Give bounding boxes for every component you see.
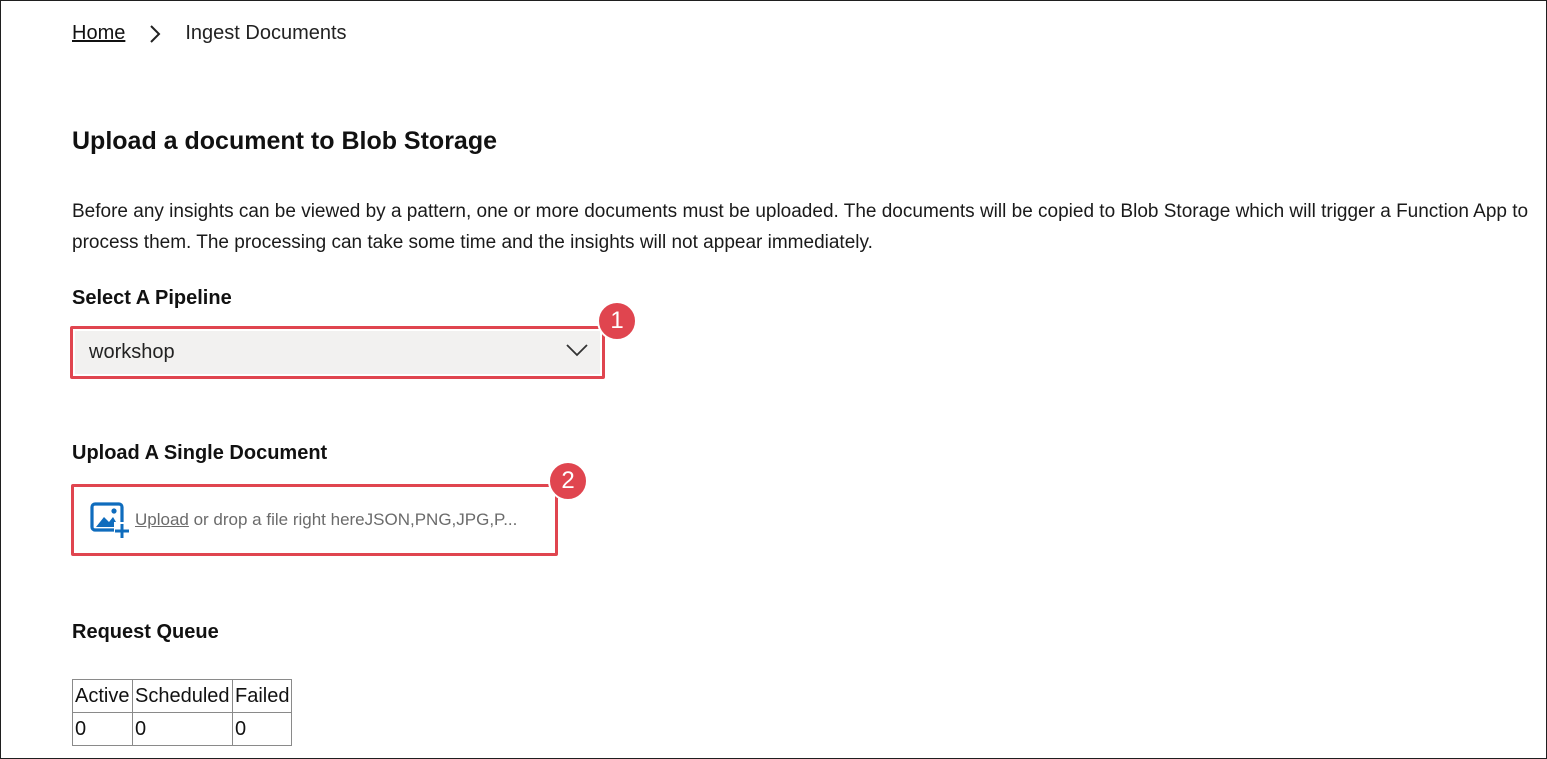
chevron-down-icon	[566, 343, 588, 362]
chevron-right-icon	[125, 24, 185, 43]
upload-text: Upload or drop a file right hereJSON,PNG…	[135, 510, 517, 530]
request-queue-label: Request Queue	[72, 621, 219, 643]
breadcrumb: Home Ingest Documents	[72, 22, 347, 45]
upload-drop-hint: or drop a file right hereJSON,PNG,JPG,P.…	[188, 510, 518, 529]
request-queue-table: Active Scheduled Failed 0 0 0	[72, 679, 293, 746]
cell-scheduled-count: 0	[132, 712, 233, 746]
pipeline-select[interactable]: workshop	[75, 331, 600, 374]
breadcrumb-current: Ingest Documents	[185, 22, 347, 44]
breadcrumb-home-link[interactable]: Home	[72, 22, 125, 45]
file-drop-zone[interactable]: Upload or drop a file right hereJSON,PNG…	[76, 489, 553, 551]
cell-failed-count: 0	[231, 712, 293, 746]
page-description: Before any insights can be viewed by a p…	[72, 201, 1529, 253]
pipeline-select-value: workshop	[89, 341, 175, 363]
table-row: 0 0 0	[72, 712, 293, 746]
pipeline-label: Select A Pipeline	[72, 287, 232, 309]
page-frame	[0, 0, 1547, 759]
table-header-row: Active Scheduled Failed	[72, 679, 293, 713]
column-header-active: Active	[72, 679, 133, 713]
cell-active-count: 0	[72, 712, 133, 746]
column-header-failed: Failed	[231, 679, 293, 713]
annotation-badge-1: 1	[597, 301, 637, 341]
annotation-badge-2: 2	[548, 461, 588, 501]
column-header-scheduled: Scheduled	[132, 679, 233, 713]
upload-label: Upload A Single Document	[72, 442, 328, 464]
image-add-icon	[90, 500, 132, 540]
page-title: Upload a document to Blob Storage	[72, 127, 498, 155]
upload-link[interactable]: Upload	[135, 510, 189, 529]
